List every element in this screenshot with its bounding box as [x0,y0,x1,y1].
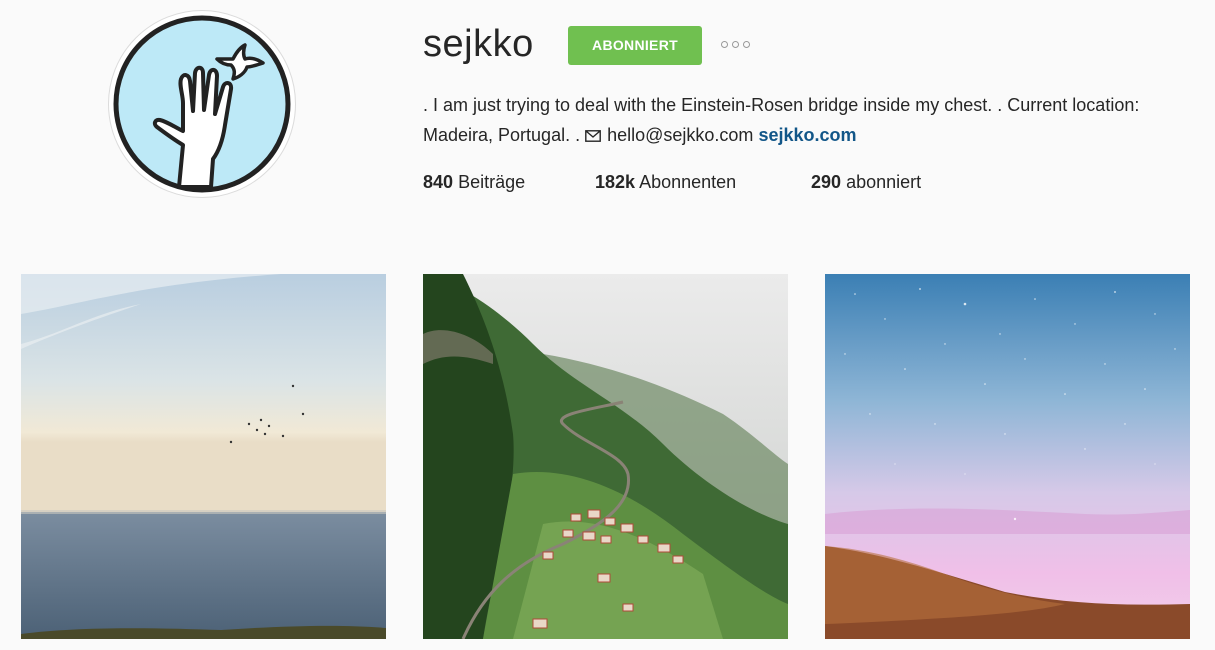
envelope-icon [585,130,601,142]
followers-stat[interactable]: 182k Abonnenten [595,169,736,195]
bio-email[interactable]: hello@sejkko.com [607,125,753,145]
profile-bio: . I am just trying to deal with the Eins… [423,90,1193,150]
posts-stat: 840 Beiträge [423,169,525,195]
more-dot-icon [743,41,750,48]
more-dot-icon [732,41,739,48]
post-thumbnail-valley[interactable] [423,274,788,639]
hand-bird-logo-icon [113,15,291,193]
follow-button[interactable]: ABONNIERT [568,26,702,65]
profile-avatar[interactable] [108,10,296,198]
post-thumbnail-stars[interactable] [825,274,1190,639]
ocean-horizon-image [21,274,386,639]
followers-count: 182k [595,172,636,192]
following-stat[interactable]: 290 abonniert [811,169,921,195]
starry-sky-image [825,274,1190,639]
following-count: 290 [811,172,842,192]
posts-label: Beiträge [458,172,526,192]
more-options-button[interactable] [718,36,754,56]
profile-website-link[interactable]: sejkko.com [758,125,856,145]
post-thumbnail-ocean[interactable] [21,274,386,639]
followers-label: Abonnenten [639,172,737,192]
posts-count: 840 [423,172,454,192]
green-valley-image [423,274,788,639]
more-dot-icon [721,41,728,48]
following-label: abonniert [846,172,922,192]
profile-username: sejkko [423,23,534,65]
